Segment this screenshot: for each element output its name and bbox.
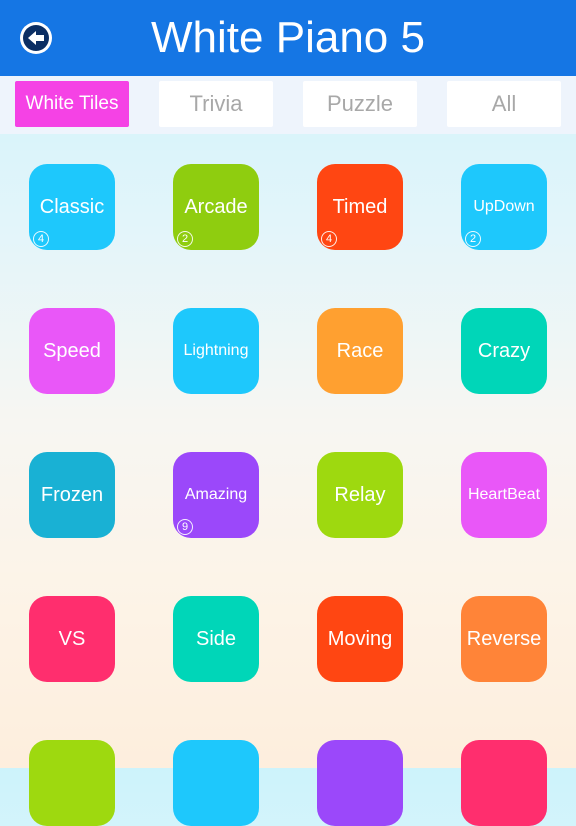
- mode-tile-updown[interactable]: UpDown 2: [461, 164, 547, 250]
- mode-label: Relay: [334, 483, 386, 506]
- tab-white-tiles[interactable]: White Tiles: [15, 81, 129, 127]
- mode-tile-amazing[interactable]: Amazing 9: [173, 452, 259, 538]
- mode-tile-relay[interactable]: Relay: [317, 452, 403, 538]
- mode-label: HeartBeat: [467, 486, 541, 503]
- mode-label: Arcade: [184, 195, 248, 218]
- mode-tile-moving[interactable]: Moving: [317, 596, 403, 682]
- mode-label: Side: [195, 627, 237, 650]
- mode-grid: Classic 4 Arcade 2 Timed 4 UpDown 2 Speed Lightni…: [0, 134, 576, 826]
- mode-tile-crazy[interactable]: Crazy: [461, 308, 547, 394]
- mode-label: Frozen: [40, 483, 104, 506]
- mode-label: UpDown: [473, 198, 535, 215]
- mode-tile-classic[interactable]: Classic 4: [29, 164, 115, 250]
- mode-tile-timed[interactable]: Timed 4: [317, 164, 403, 250]
- mode-label: VS: [58, 627, 86, 650]
- tab-trivia[interactable]: Trivia: [159, 81, 273, 127]
- header-bar: White Piano 5: [0, 0, 576, 76]
- mode-tile-speed[interactable]: Speed: [29, 308, 115, 394]
- mode-tile-side[interactable]: Side: [173, 596, 259, 682]
- tab-all[interactable]: All: [447, 81, 561, 127]
- page-title: White Piano 5: [151, 13, 425, 62]
- level-count-badge: 2: [465, 231, 481, 247]
- mode-tile[interactable]: [461, 740, 547, 826]
- mode-tile-race[interactable]: Race: [317, 308, 403, 394]
- mode-tile-heartbeat[interactable]: HeartBeat: [461, 452, 547, 538]
- mode-tile[interactable]: [317, 740, 403, 826]
- mode-tile[interactable]: [173, 740, 259, 826]
- mode-label: Moving: [327, 627, 393, 650]
- mode-tile-vs[interactable]: VS: [29, 596, 115, 682]
- mode-tile-reverse[interactable]: Reverse: [461, 596, 547, 682]
- mode-label: Amazing: [184, 486, 248, 503]
- mode-label: Reverse: [466, 627, 542, 650]
- mode-tile-lightning[interactable]: Lightning: [173, 308, 259, 394]
- mode-label: Crazy: [477, 339, 531, 362]
- mode-label: Lightning: [183, 342, 249, 359]
- mode-label: Classic: [39, 195, 105, 218]
- category-tabs: White Tiles Trivia Puzzle All: [0, 76, 576, 134]
- mode-tile-arcade[interactable]: Arcade 2: [173, 164, 259, 250]
- mode-label: Timed: [332, 195, 388, 218]
- level-count-badge: 9: [177, 519, 193, 535]
- mode-tile-frozen[interactable]: Frozen: [29, 452, 115, 538]
- level-count-badge: 4: [321, 231, 337, 247]
- level-count-badge: 2: [177, 231, 193, 247]
- mode-label: Speed: [43, 339, 101, 362]
- level-count-badge: 4: [33, 231, 49, 247]
- tab-puzzle[interactable]: Puzzle: [303, 81, 417, 127]
- mode-tile[interactable]: [29, 740, 115, 826]
- mode-label: Race: [336, 339, 384, 362]
